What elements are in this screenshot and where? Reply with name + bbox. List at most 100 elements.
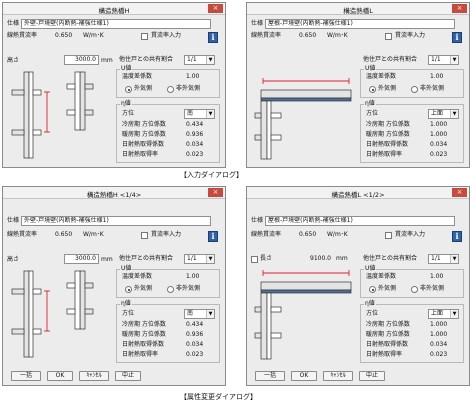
- eta-value-group-label: η値: [364, 100, 376, 108]
- penetration-input-checkbox[interactable]: [141, 33, 148, 40]
- temp-diff-value: 1.00: [186, 273, 200, 280]
- heating-orientation-value: 0.936: [186, 131, 204, 138]
- direction-label: 方位: [366, 310, 379, 317]
- solar-gain-coefficient-value: 0.034: [430, 341, 448, 348]
- direction-value: 上面: [431, 310, 444, 317]
- dialog-thermal-bridge-l-attr: 構造熱橋L <1/2> × 仕様 屋根-戸境壁(内断熱-補強仕様1) 線熱貫流率…: [246, 186, 470, 386]
- chevron-down-icon: ▼: [206, 255, 214, 263]
- spec-field[interactable]: 外壁-戸境壁(内断熱-補強仕様1): [21, 19, 211, 29]
- linear-transmittance-value: 0.650: [55, 32, 73, 39]
- share-ratio-select[interactable]: 1/1 ▼: [428, 55, 459, 65]
- apply-all-button[interactable]: 一括: [255, 371, 285, 381]
- share-ratio-value: 1/1: [187, 255, 197, 262]
- spec-field[interactable]: 外壁-戸境壁(内断熱-補強仕様1): [21, 216, 211, 226]
- spec-label: 仕様: [251, 20, 264, 27]
- heating-orientation-label: 暖房期 方位係数: [366, 331, 410, 338]
- direction-label: 方位: [122, 110, 135, 117]
- wall-section-right: [66, 71, 94, 131]
- solar-gain-rate-label: 日射熱取得率: [366, 351, 403, 358]
- info-icon[interactable]: i: [208, 32, 218, 43]
- ok-button[interactable]: OK: [47, 371, 73, 381]
- share-ratio-select[interactable]: 1/1 ▼: [184, 55, 215, 65]
- u-value-group-label: U値: [120, 65, 133, 73]
- direction-label: 方位: [366, 110, 379, 117]
- info-icon[interactable]: i: [452, 32, 462, 43]
- wall-section-right: [66, 270, 94, 330]
- penetration-input-checkbox[interactable]: [385, 232, 392, 239]
- share-ratio-label: 他住戸との共有割合: [119, 56, 173, 63]
- cancel-button[interactable]: ｷｬﾝｾﾙ: [79, 371, 109, 381]
- linear-transmittance-unit: W/m･K: [83, 231, 104, 238]
- cooling-orientation-value: 1.000: [430, 321, 448, 328]
- solar-gain-coefficient-value: 0.034: [186, 141, 204, 148]
- share-ratio-select[interactable]: 1/1 ▼: [184, 254, 215, 264]
- stop-button[interactable]: 中止: [115, 371, 141, 381]
- heating-orientation-label: 暖房期 方位係数: [366, 131, 410, 138]
- linear-transmittance-unit: W/m･K: [327, 32, 348, 39]
- non-outside-radio[interactable]: [411, 86, 418, 93]
- solar-gain-coefficient-label: 日射熱取得係数: [122, 341, 165, 348]
- caption-attribute-dialog: 【属性変更ダイアログ】: [180, 393, 257, 401]
- cooling-orientation-label: 冷房期 方位係数: [366, 321, 410, 328]
- share-ratio-label: 他住戸との共有割合: [119, 255, 173, 262]
- close-button[interactable]: ×: [452, 188, 467, 197]
- temp-diff-value: 1.00: [430, 73, 444, 80]
- ok-button[interactable]: OK: [291, 371, 317, 381]
- spec-label: 仕様: [251, 217, 264, 224]
- dialog-thermal-bridge-h-attr: 構造熱橋H <1/4> × 仕様 外壁-戸境壁(内断熱-補強仕様1) 線熱貫流率…: [2, 186, 226, 386]
- length-checkbox[interactable]: [251, 256, 258, 263]
- direction-select[interactable]: 上面 ▼: [428, 309, 459, 319]
- close-button[interactable]: ×: [208, 188, 223, 197]
- cancel-button[interactable]: ｷｬﾝｾﾙ: [323, 371, 353, 381]
- non-outside-label: 非外気側: [420, 285, 445, 292]
- eta-value-group-label: η値: [120, 300, 132, 308]
- title-bar: 構造熱橋L <1/2> ×: [247, 187, 469, 199]
- length-unit: mm: [336, 255, 348, 262]
- spec-field[interactable]: 屋根-戸境壁(内断熱-補強仕様1): [265, 19, 455, 29]
- linear-transmittance-unit: W/m･K: [83, 32, 104, 39]
- chevron-down-icon: ▼: [206, 310, 214, 318]
- stop-button[interactable]: 中止: [359, 371, 385, 381]
- outside-radio[interactable]: [125, 286, 132, 293]
- h-bridge-diagram: [11, 71, 94, 159]
- share-ratio-label: 他住戸との共有割合: [363, 56, 417, 63]
- penetration-input-checkbox[interactable]: [141, 232, 148, 239]
- dimension-line: [262, 270, 350, 276]
- u-value-group-label: U値: [364, 265, 377, 273]
- length-label: 長さ: [260, 255, 273, 262]
- eta-value-group-label: η値: [120, 100, 132, 108]
- direction-select[interactable]: 南 ▼: [184, 109, 215, 119]
- outside-radio[interactable]: [369, 86, 376, 93]
- non-outside-radio[interactable]: [411, 286, 418, 293]
- solar-gain-rate-value: 0.023: [430, 151, 448, 158]
- outside-label: 外気側: [378, 85, 397, 92]
- non-outside-radio[interactable]: [167, 286, 174, 293]
- heating-orientation-value: 1.000: [430, 131, 448, 138]
- close-button[interactable]: ×: [208, 4, 223, 13]
- heating-orientation-value: 0.936: [186, 331, 204, 338]
- direction-select[interactable]: 上面 ▼: [428, 109, 459, 119]
- apply-all-button[interactable]: 一括: [11, 371, 41, 381]
- u-value-group-label: U値: [364, 65, 377, 73]
- l-bridge-diagram: [254, 78, 352, 160]
- info-icon[interactable]: i: [452, 231, 462, 242]
- info-icon[interactable]: i: [208, 231, 218, 242]
- solar-gain-rate-value: 0.023: [430, 351, 448, 358]
- share-ratio-select[interactable]: 1/1 ▼: [428, 254, 459, 264]
- height-input[interactable]: 3000.0: [64, 55, 99, 65]
- direction-value: 南: [187, 310, 194, 317]
- dialog-thermal-bridge-h: 構造熱橋H × 仕様 外壁-戸境壁(内断熱-補強仕様1) 線熱貫流率 0.650…: [2, 2, 226, 168]
- outside-radio[interactable]: [125, 86, 132, 93]
- penetration-input-checkbox[interactable]: [385, 33, 392, 40]
- spec-label: 仕様: [7, 217, 20, 224]
- share-ratio-value: 1/1: [187, 56, 197, 63]
- penetration-input-label: 貫流率入力: [395, 231, 426, 238]
- outside-radio[interactable]: [369, 286, 376, 293]
- spec-field[interactable]: 屋根-戸境壁(内断熱-補強仕様1): [265, 216, 455, 226]
- dialog-thermal-bridge-l: 構造熱橋L × 仕様 屋根-戸境壁(内断熱-補強仕様1) 線熱貫流率 0.650…: [246, 2, 470, 168]
- height-input[interactable]: 3000.0: [64, 254, 99, 264]
- non-outside-radio[interactable]: [167, 86, 174, 93]
- close-button[interactable]: ×: [452, 4, 467, 13]
- direction-select[interactable]: 南 ▼: [184, 309, 215, 319]
- outside-label: 外気側: [134, 85, 153, 92]
